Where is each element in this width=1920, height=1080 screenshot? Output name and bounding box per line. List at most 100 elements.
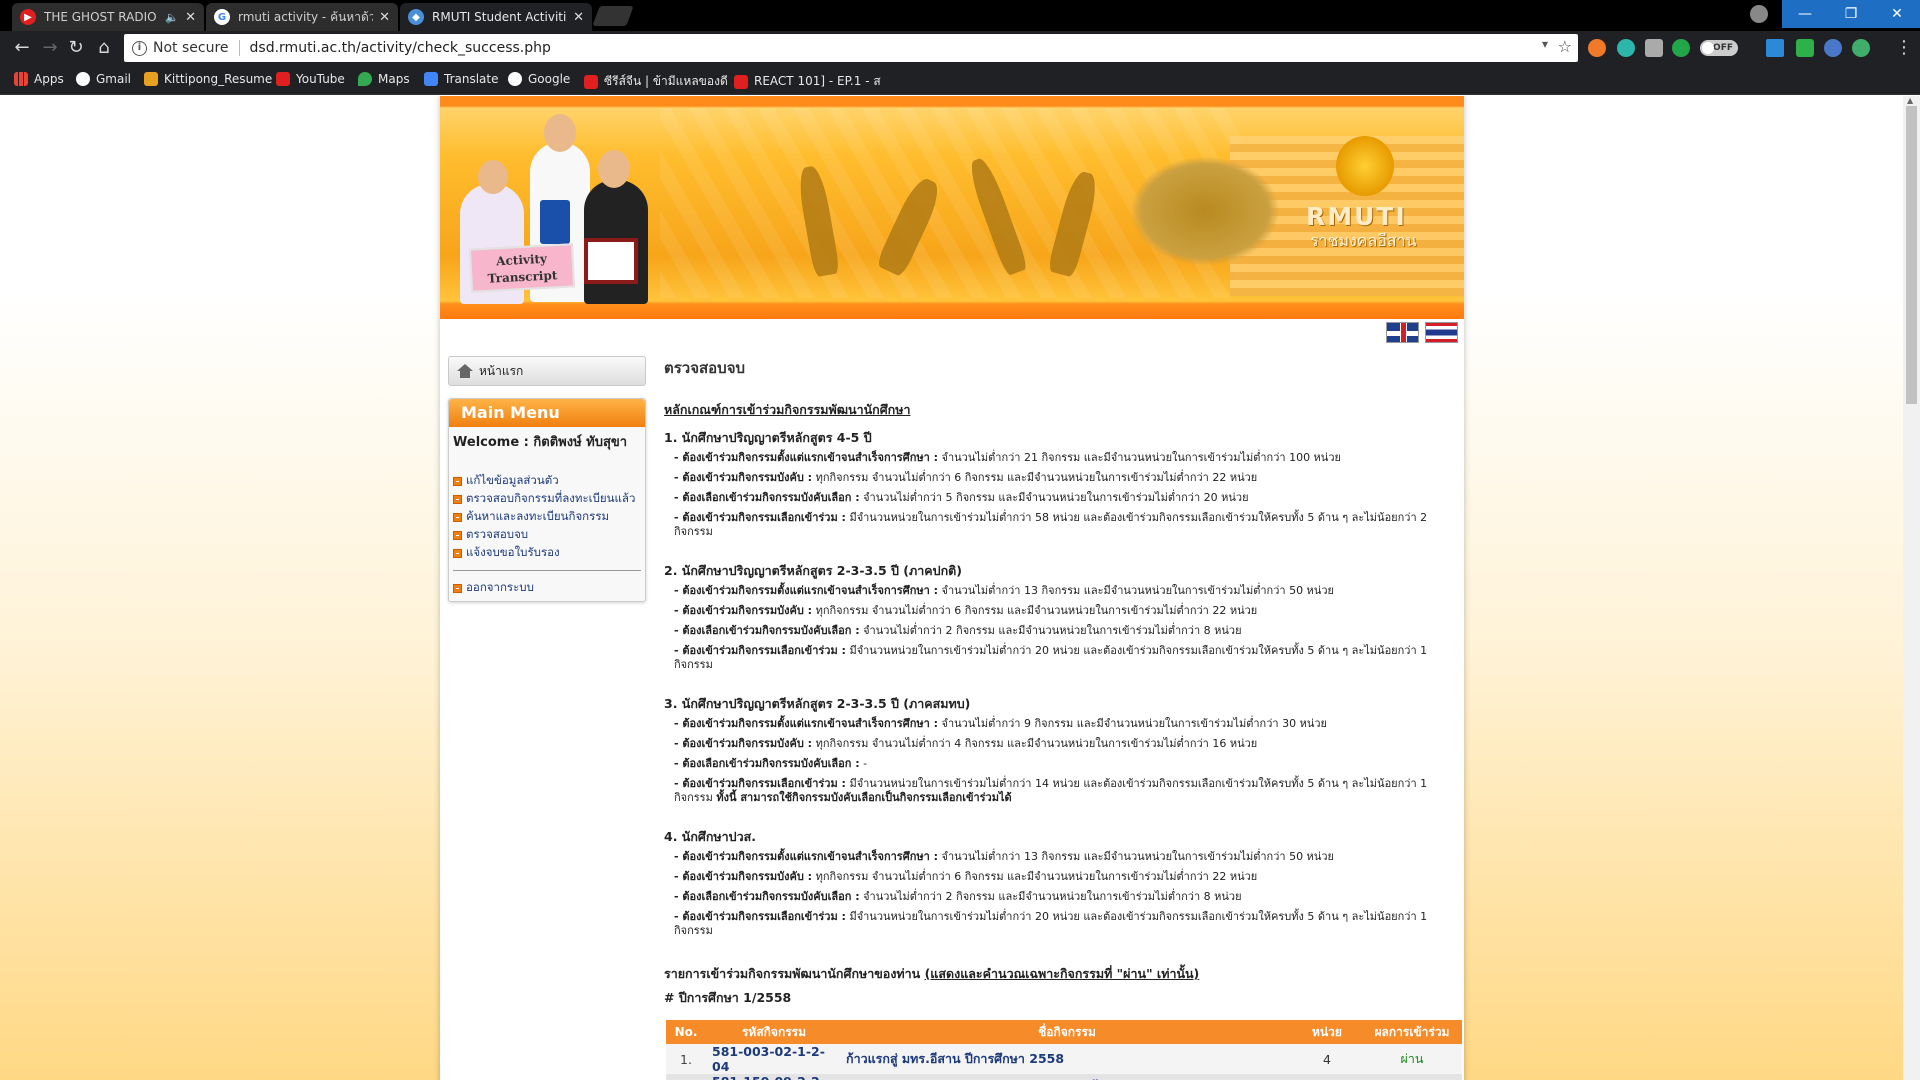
shield-icon[interactable] [1796,39,1814,57]
bookmark-resume[interactable]: Kittipong_Resume [144,72,272,86]
criteria-section: 4. นักศึกษาปวส. - ต้องเข้าร่วมกิจกรรมตั้ง… [664,827,1454,938]
criteria-rule: - ต้องเข้าร่วมกิจกรรมเลือกเข้าร่วม : มีจ… [664,777,1454,805]
reload-icon[interactable]: ↻ [66,38,86,58]
close-icon[interactable]: ✕ [185,10,196,25]
criteria-rule: - ต้องเข้าร่วมกิจกรรมตั้งแต่แรกเข้าจนสำเ… [664,850,1454,864]
list-title-text: รายการเข้าร่วมกิจกรรมพัฒนานักศึกษาของท่า… [664,966,921,981]
close-window-button[interactable]: ✕ [1874,0,1920,28]
uk-flag-icon[interactable] [1386,322,1419,343]
rule-label: - ต้องเลือกเข้าร่วมกิจกรรมบังคับเลือก : [674,491,860,504]
menu-item-registered[interactable]: ตรวจสอบกิจกรรมที่ลงทะเบียนแล้ว [453,490,641,508]
criteria-rule: - ต้องเข้าร่วมกิจกรรมบังคับ : ทุกกิจกรรม… [664,870,1454,884]
tab-title: THE GHOST RADIO | ร [44,9,159,24]
menu-list: ออกจากระบบ [449,579,645,597]
criteria-rule: - ต้องเข้าร่วมกิจกรรมตั้งแต่แรกเข้าจนสำเ… [664,451,1454,465]
security-label: Not secure [153,40,229,56]
speaker-icon[interactable]: 🔈 [165,11,179,24]
welcome-text: Welcome : กิตติพงษ์ ทับสุขา [453,435,628,450]
rule-text: จำนวนไม่ต่ำกว่า 9 กิจกรรม และมีจำนวนหน่ว… [941,717,1327,730]
bookmark-gmail[interactable]: Gmail [76,72,131,86]
bookmark-youtube[interactable]: YouTube [276,72,345,86]
table-row: 1. 581-003-02-1-2-04 ก้าวแรกสู่ มทร.อีสาน … [666,1044,1462,1074]
site-container: Activity Transcript RMUTI ราชมงคลอีสาน ห… [440,96,1464,1080]
close-icon[interactable]: ✕ [379,10,390,25]
back-arrow-icon[interactable]: ← [12,38,32,58]
rule-label: - ต้องเข้าร่วมกิจกรรมบังคับ : [674,604,813,617]
extension-icon[interactable] [1852,39,1870,57]
extension-icon[interactable] [1766,39,1784,57]
bullet-icon [453,548,462,558]
home-link[interactable]: หน้าแรก [448,356,646,386]
bookmark-label: Maps [378,72,410,86]
profile-icon[interactable] [1750,5,1768,23]
rule-label: - ต้องเลือกเข้าร่วมกิจกรรมบังคับเลือก : [674,890,860,903]
bookmark-google[interactable]: Google [508,72,570,86]
section-heading: 2. นักศึกษาปริญญาตรีหลักสูตร 2-3-3.5 ปี … [664,563,962,578]
home-icon[interactable]: ⌂ [94,38,114,58]
map-pin-icon [358,72,372,86]
forward-arrow-icon[interactable]: → [40,38,60,58]
activity-list-title: รายการเข้าร่วมกิจกรรมพัฒนานักศึกษาของท่า… [664,964,1454,984]
student-head [598,150,630,188]
academic-year: # ปีการศึกษา 1/2558 [664,990,792,1005]
menu-item-label: ตรวจสอบจบ [466,527,529,541]
vertical-scrollbar[interactable]: ▲ [1903,96,1920,1080]
power-icon[interactable] [1672,39,1690,57]
more-menu-icon[interactable]: ⋮ [1894,38,1914,58]
thai-flag-icon[interactable] [1425,322,1458,343]
tab-ghost-radio[interactable]: ▶ THE GHOST RADIO | ร 🔈 ✕ [12,3,204,31]
extension-icon[interactable] [1588,39,1606,57]
bullet-icon [453,476,462,486]
divider [238,40,240,56]
tab-rmuti-activities[interactable]: ◆ RMUTI Student Activities ✕ [400,3,592,31]
cell-name: ก้าวแรกสู่ มทร.อีสาน ปีการศึกษา 2558 [842,1044,1292,1074]
menu-item-label: แจ้งจบขอใบรับรอง [466,545,560,559]
rule-text: จำนวนไม่ต่ำกว่า 2 กิจกรรม และมีจำนวนหน่ว… [863,890,1242,903]
language-switcher [1386,322,1458,343]
headphones-icon[interactable] [1617,39,1635,57]
scrollbar-thumb[interactable] [1906,106,1917,404]
toggle-switch[interactable]: OFF [1700,40,1738,56]
bookmark-series[interactable]: ซีรีส์จีน | ข้ามีแหลของดี [584,72,728,91]
minimize-button[interactable]: — [1782,0,1828,28]
menu-item-label: แก้ไขข้อมูลส่วนตัว [466,473,559,487]
menu-item-search-register[interactable]: ค้นหาและลงทะเบียนกิจกรรม [453,508,641,526]
extension-icon[interactable] [1824,39,1842,57]
rule-text: - [863,757,868,770]
download-icon[interactable] [1645,39,1663,57]
criteria-section: 2. นักศึกษาปริญญาตรีหลักสูตร 2-3-3.5 ปี … [664,561,1454,672]
page-title: ตรวจสอบจบ [664,359,746,377]
dropdown-icon[interactable]: ▾ [1542,37,1548,51]
bookmark-translate[interactable]: Translate [424,72,499,86]
menu-item-logout[interactable]: ออกจากระบบ [453,579,641,597]
bookmark-maps[interactable]: Maps [358,72,410,86]
bookmark-label: Translate [444,72,499,86]
menu-item-check-graduation[interactable]: ตรวจสอบจบ [453,526,641,544]
apps-icon [14,72,28,86]
home-label: หน้าแรก [479,363,524,378]
translate-icon [424,72,438,86]
cell-no: 1. [666,1044,706,1074]
student-head [544,114,576,152]
menu-item-request-certificate[interactable]: แจ้งจบขอใบรับรอง [453,544,641,562]
bookmark-react[interactable]: REACT 101] - EP.1 - ส [734,72,881,91]
close-icon[interactable]: ✕ [573,10,584,25]
info-icon[interactable]: i [132,40,147,56]
rule-label: - ต้องเข้าร่วมกิจกรรมตั้งแต่แรกเข้าจนสำเ… [674,584,939,597]
youtube-icon [734,74,748,89]
activity-table: No. รหัสกิจกรรม ชื่อกิจกรรม หน่วย ผลการเ… [666,1020,1462,1080]
new-tab-button[interactable] [592,6,634,26]
scroll-up-icon[interactable]: ▲ [1907,96,1913,105]
star-icon[interactable]: ☆ [1558,37,1572,56]
rule-text: จำนวนไม่ต่ำกว่า 21 กิจกรรม และมีจำนวนหน่… [941,451,1341,464]
url-text[interactable]: dsd.rmuti.ac.th/activity/check_success.p… [250,40,551,56]
maximize-button[interactable]: ❐ [1828,0,1874,28]
menu-item-edit-profile[interactable]: แก้ไขข้อมูลส่วนตัว [453,472,641,490]
table-header-row: No. รหัสกิจกรรม ชื่อกิจกรรม หน่วย ผลการเ… [666,1020,1462,1044]
table-row: 2.581-150-09-2-2-04พิธีเปิดการแข่งขันกีฬ… [666,1074,1462,1080]
google-icon [508,72,522,86]
bookmark-apps[interactable]: Apps [14,72,64,86]
criteria-rule: - ต้องเข้าร่วมกิจกรรมบังคับ : ทุกกิจกรรม… [664,737,1454,751]
address-bar[interactable]: i Not secure dsd.rmuti.ac.th/activity/ch… [124,34,1578,62]
tab-rmuti-search[interactable]: G rmuti activity - ค้นหาด้วย ✕ [206,3,398,31]
